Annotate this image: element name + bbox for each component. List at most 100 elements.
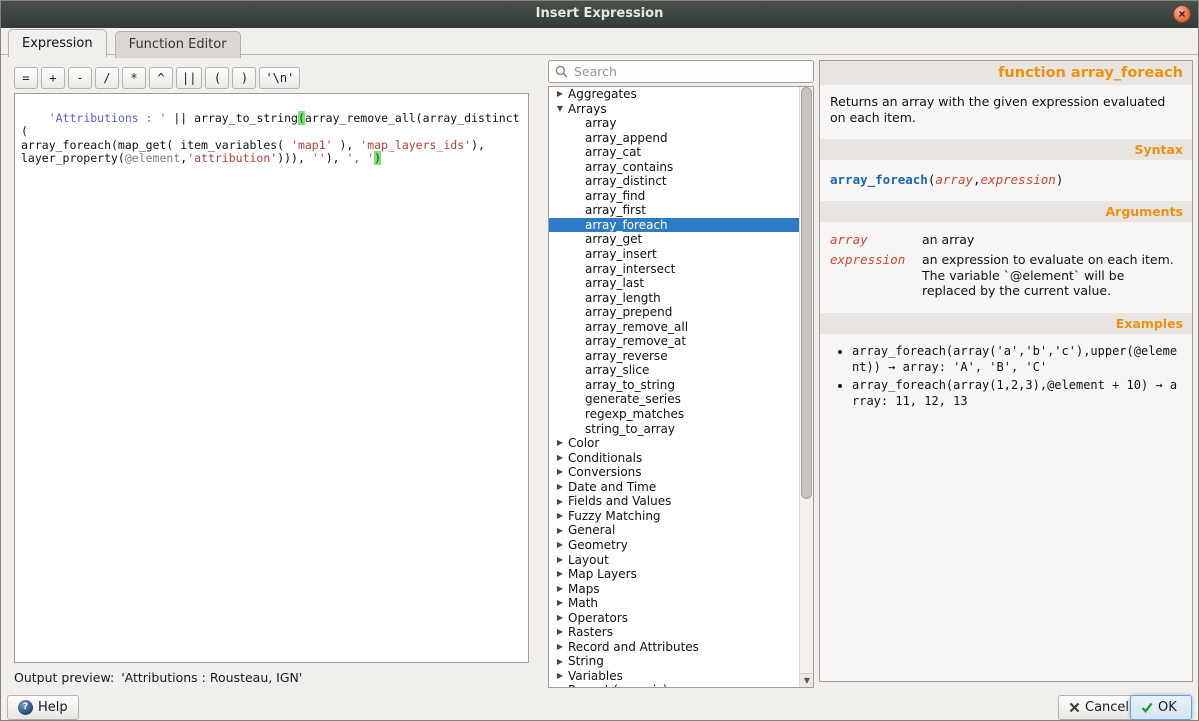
output-preview-label: Output preview: — [14, 670, 114, 685]
cancel-button[interactable]: Cancel — [1058, 695, 1140, 720]
search-input[interactable] — [574, 64, 794, 79]
close-button[interactable]: × — [1173, 5, 1191, 23]
operator-button-newline[interactable]: '\n' — [259, 67, 300, 89]
tree-item-array-insert[interactable]: array_insert — [549, 247, 799, 262]
tree-item-label: General — [568, 523, 615, 537]
tree-item-maps[interactable]: ▶Maps — [549, 582, 799, 597]
tree-item-string[interactable]: ▶String — [549, 654, 799, 669]
tree-item-array-to-string[interactable]: array_to_string — [549, 378, 799, 393]
tree-item-conversions[interactable]: ▶Conversions — [549, 465, 799, 480]
expand-arrow-icon[interactable]: ▶ — [554, 611, 566, 626]
tree-item-array-foreach[interactable]: array_foreach — [549, 218, 799, 233]
tree-item-arrays[interactable]: ▼Arrays — [549, 102, 799, 117]
tab-expression[interactable]: Expression — [8, 29, 107, 57]
expand-arrow-icon[interactable]: ▶ — [554, 625, 566, 640]
scrollbar-down-icon[interactable]: ▼ — [800, 673, 814, 687]
tree-item-variables[interactable]: ▶Variables — [549, 669, 799, 684]
operator-button-divide[interactable]: / — [95, 67, 119, 89]
expand-arrow-icon[interactable]: ▶ — [554, 640, 566, 655]
tree-item-label: array_distinct — [585, 174, 667, 188]
tree-item-color[interactable]: ▶Color — [549, 436, 799, 451]
expand-arrow-icon[interactable]: ▶ — [554, 436, 566, 451]
operator-button-equals[interactable]: = — [14, 67, 38, 89]
ok-button[interactable]: OK — [1130, 695, 1192, 720]
expand-arrow-icon[interactable]: ▶ — [554, 538, 566, 553]
expand-arrow-icon[interactable]: ▶ — [554, 655, 566, 670]
close-icon: × — [1178, 7, 1185, 21]
tree-item-array-intersect[interactable]: array_intersect — [549, 262, 799, 277]
operator-button-concat[interactable]: || — [176, 67, 202, 89]
expand-arrow-icon[interactable]: ▶ — [554, 87, 566, 102]
tree-item-fuzzy-matching[interactable]: ▶Fuzzy Matching — [549, 509, 799, 524]
tree-item-conditionals[interactable]: ▶Conditionals — [549, 451, 799, 466]
tree-item-label: array_first — [585, 203, 646, 217]
tree-item-array[interactable]: array — [549, 116, 799, 131]
expand-arrow-icon[interactable]: ▶ — [554, 582, 566, 597]
expression-code: 'Attributions : ' || array_to_string(arr… — [21, 111, 520, 166]
expand-arrow-icon[interactable]: ▶ — [554, 480, 566, 495]
function-tree: ▶Aggregates▼Arraysarrayarray_appendarray… — [548, 86, 814, 688]
tree-item-array-append[interactable]: array_append — [549, 131, 799, 146]
tree-item-generate-series[interactable]: generate_series — [549, 392, 799, 407]
syntax-argument: array — [935, 172, 973, 187]
tree-item-array-distinct[interactable]: array_distinct — [549, 174, 799, 189]
expression-editor[interactable]: 'Attributions : ' || array_to_string(arr… — [14, 93, 529, 663]
tree-item-label: Date and Time — [568, 480, 656, 494]
tree-item-array-prepend[interactable]: array_prepend — [549, 305, 799, 320]
operator-button-open-paren[interactable]: ( — [205, 67, 229, 89]
expand-arrow-icon[interactable]: ▶ — [554, 596, 566, 611]
expand-arrow-icon[interactable]: ▶ — [554, 509, 566, 524]
tree-item-recent-generic-[interactable]: ▼Recent (generic) — [549, 683, 799, 688]
expand-arrow-icon[interactable]: ▶ — [554, 495, 566, 510]
tree-item-geometry[interactable]: ▶Geometry — [549, 538, 799, 553]
operator-button-power[interactable]: ^ — [149, 67, 173, 89]
operator-button-plus[interactable]: + — [41, 67, 65, 89]
expand-arrow-icon[interactable]: ▶ — [554, 451, 566, 466]
tree-item-record-and-attributes[interactable]: ▶Record and Attributes — [549, 640, 799, 655]
tree-item-regexp-matches[interactable]: regexp_matches — [549, 407, 799, 422]
tree-item-label: Fuzzy Matching — [568, 509, 661, 523]
tree-item-fields-and-values[interactable]: ▶Fields and Values — [549, 494, 799, 509]
titlebar: Insert Expression × — [1, 1, 1198, 28]
tree-item-array-remove-at[interactable]: array_remove_at — [549, 334, 799, 349]
tree-item-label: Aggregates — [568, 87, 637, 101]
tree-item-array-cat[interactable]: array_cat — [549, 145, 799, 160]
expand-arrow-icon[interactable]: ▶ — [554, 669, 566, 684]
tree-scrollbar-thumb[interactable] — [801, 87, 812, 499]
tree-item-layout[interactable]: ▶Layout — [549, 553, 799, 568]
expand-arrow-icon[interactable]: ▶ — [554, 567, 566, 582]
tree-item-math[interactable]: ▶Math — [549, 596, 799, 611]
tree-item-array-last[interactable]: array_last — [549, 276, 799, 291]
tree-item-array-contains[interactable]: array_contains — [549, 160, 799, 175]
collapse-arrow-icon[interactable]: ▼ — [554, 684, 566, 688]
collapse-arrow-icon[interactable]: ▼ — [554, 102, 566, 117]
tree-item-array-slice[interactable]: array_slice — [549, 363, 799, 378]
tree-item-label: Fields and Values — [568, 494, 671, 508]
tree-item-operators[interactable]: ▶Operators — [549, 611, 799, 626]
operator-button-close-paren[interactable]: ) — [232, 67, 256, 89]
tree-item-array-get[interactable]: array_get — [549, 232, 799, 247]
tree-item-array-remove-all[interactable]: array_remove_all — [549, 320, 799, 335]
cancel-button-label: Cancel — [1085, 700, 1129, 715]
help-button[interactable]: ? Help — [7, 695, 79, 720]
expand-arrow-icon[interactable]: ▶ — [554, 524, 566, 539]
tree-item-array-reverse[interactable]: array_reverse — [549, 349, 799, 364]
help-title: function array_foreach — [820, 61, 1192, 85]
operator-button-minus[interactable]: - — [68, 67, 92, 89]
syntax-punct: ) — [1056, 172, 1064, 187]
window-title: Insert Expression — [536, 6, 664, 21]
tree-item-array-length[interactable]: array_length — [549, 291, 799, 306]
expand-arrow-icon[interactable]: ▶ — [554, 465, 566, 480]
tree-item-string-to-array[interactable]: string_to_array — [549, 422, 799, 437]
tree-item-general[interactable]: ▶General — [549, 523, 799, 538]
tree-item-aggregates[interactable]: ▶Aggregates — [549, 87, 799, 102]
tree-item-array-first[interactable]: array_first — [549, 203, 799, 218]
tree-item-array-find[interactable]: array_find — [549, 189, 799, 204]
expand-arrow-icon[interactable]: ▶ — [554, 553, 566, 568]
tree-item-rasters[interactable]: ▶Rasters — [549, 625, 799, 640]
operator-button-multiply[interactable]: * — [122, 67, 146, 89]
tree-item-map-layers[interactable]: ▶Map Layers — [549, 567, 799, 582]
tab-function-editor[interactable]: Function Editor — [115, 31, 241, 58]
tree-scrollbar[interactable]: ▼ — [799, 87, 813, 687]
tree-item-date-and-time[interactable]: ▶Date and Time — [549, 480, 799, 495]
